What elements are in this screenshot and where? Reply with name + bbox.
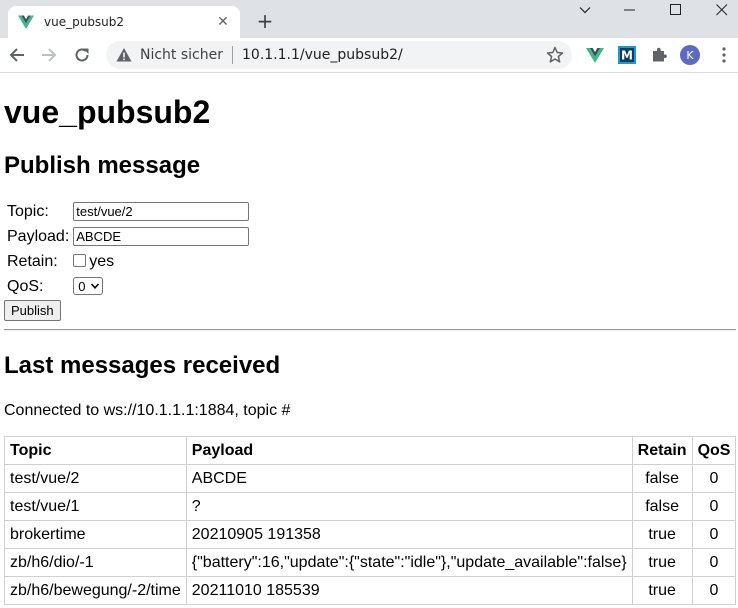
row-payload: {"battery":16,"update":{"state":"idle"},… [185,548,633,577]
table-row: test/vue/2 ABCDE false 0 [4,464,737,493]
forward-arrow-icon[interactable] [37,43,61,67]
row-retain: false [631,464,693,493]
m-extension-icon[interactable]: M [618,46,636,64]
retain-label: Retain: [7,252,58,270]
column-header-payload: Payload [185,436,633,465]
maximize-icon[interactable] [653,0,699,20]
row-qos: 0 [691,492,737,521]
retain-checkbox[interactable] [73,253,87,267]
received-heading: Last messages received [4,352,281,379]
payload-input[interactable] [73,227,250,246]
warning-triangle-icon[interactable] [116,47,132,63]
security-label[interactable]: Nicht sicher [140,47,223,63]
row-payload: 20211010 185539 [185,576,633,605]
chevron-down-icon [90,283,99,290]
row-topic: zb/h6/bewegung/-2/time [4,576,187,605]
messages-table: Topic Payload Retain QoS test/vue/2 ABCD… [4,436,737,605]
row-qos: 0 [691,576,737,605]
tab-strip: vue_pubsub2 ✕ + [0,0,738,38]
row-retain: true [631,576,693,605]
page-content: vue_pubsub2 Publish message Topic: Paylo… [0,94,738,605]
row-payload: ? [185,492,633,521]
connection-status: Connected to ws://10.1.1.1:1884, topic # [4,402,291,419]
url-text[interactable]: 10.1.1.1/vue_pubsub2/ [242,47,546,63]
publish-form: Topic: Payload: Retain: yes QoS: 0 [4,198,252,300]
reload-icon[interactable] [70,43,94,67]
browser-menu-icon[interactable] [715,46,733,64]
address-separator [232,46,233,64]
chevron-down-icon[interactable] [562,0,608,20]
row-topic: test/vue/2 [4,464,187,493]
window-close-icon[interactable] [699,0,738,20]
publish-heading: Publish message [4,152,201,179]
column-header-topic: Topic [4,436,187,465]
bookmark-star-icon[interactable] [546,46,564,64]
row-payload: 20210905 191358 [185,520,633,549]
svg-text:M: M [621,49,633,63]
table-row: test/vue/1 ? false 0 [4,492,737,521]
row-qos: 0 [691,464,737,493]
row-payload: ABCDE [185,464,633,493]
page-title: vue_pubsub2 [4,94,211,130]
qos-select[interactable]: 0 [73,277,103,296]
section-divider [4,329,736,331]
column-header-qos: QoS [691,436,737,465]
extensions-puzzle-icon[interactable] [650,46,668,64]
table-row: zb/h6/bewegung/-2/time 20211010 185539 t… [4,576,737,605]
row-qos: 0 [691,520,737,549]
row-topic: test/vue/1 [4,492,187,521]
topic-input[interactable] [73,202,250,221]
vue-devtools-extension-icon[interactable] [586,46,604,64]
minimize-icon[interactable] [607,0,653,20]
row-topic: zb/h6/dio/-1 [4,548,187,577]
topic-label: Topic: [7,202,49,220]
browser-toolbar: Nicht sicher 10.1.1.1/vue_pubsub2/ M K [0,38,738,73]
row-retain: false [631,492,693,521]
qos-selected-value: 0 [78,278,86,294]
browser-tab[interactable]: vue_pubsub2 ✕ [8,6,240,38]
row-topic: brokertime [4,520,187,549]
qos-label: QoS: [7,277,44,295]
retain-option-label[interactable]: yes [89,253,114,270]
table-row: zb/h6/dio/-1 {"battery":16,"update":{"st… [4,548,737,577]
new-tab-button[interactable]: + [252,8,278,34]
tab-close-icon[interactable]: ✕ [214,13,232,31]
address-bar[interactable]: Nicht sicher 10.1.1.1/vue_pubsub2/ [106,41,572,69]
profile-avatar[interactable]: K [680,45,700,65]
tab-title: vue_pubsub2 [44,15,125,29]
vue-logo-icon [18,15,34,29]
back-arrow-icon[interactable] [5,43,29,67]
table-row: brokertime 20210905 191358 true 0 [4,520,737,549]
row-retain: true [631,548,693,577]
row-qos: 0 [691,548,737,577]
publish-button[interactable]: Publish [4,300,61,321]
payload-label: Payload: [7,227,70,245]
column-header-retain: Retain [631,436,693,465]
table-header-row: Topic Payload Retain QoS [4,436,737,465]
row-retain: true [631,520,693,549]
